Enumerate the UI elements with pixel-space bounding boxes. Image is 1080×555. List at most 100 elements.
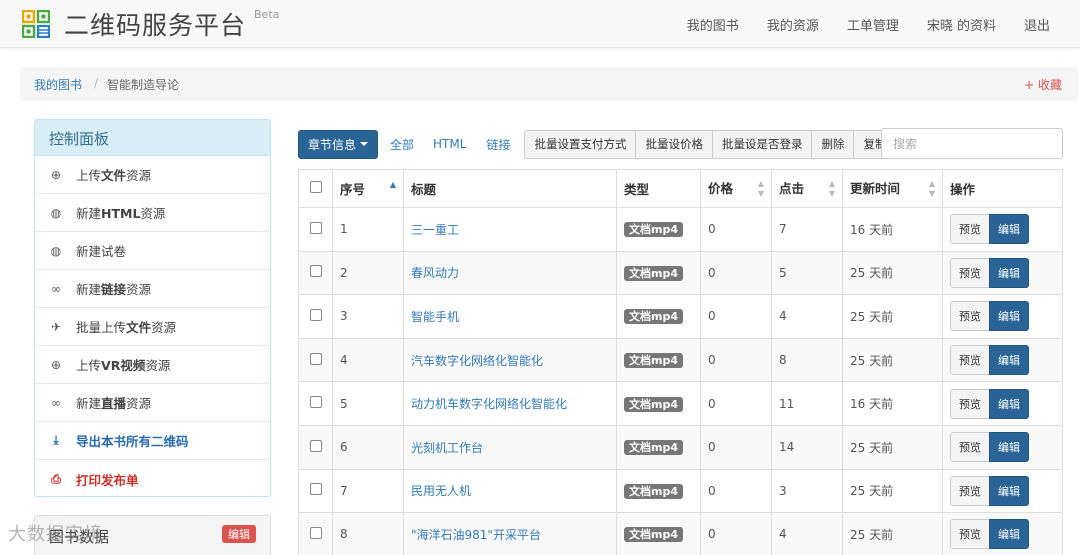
col-no[interactable]: 序号 ▲ [332, 169, 404, 208]
filter-all[interactable]: 全部 [390, 136, 414, 153]
nav-user-profile[interactable]: 宋晓 的资料 [927, 15, 996, 34]
row-updated: 16 天前 [842, 207, 943, 252]
row-checkbox[interactable] [309, 221, 322, 234]
row-checkbox[interactable] [309, 308, 322, 321]
edit-button[interactable]: 编辑 [989, 475, 1029, 506]
panel-item-label: 新建试卷 [76, 244, 127, 259]
preview-button[interactable]: 预览 [950, 519, 990, 550]
row-title-link[interactable]: 动力机车数字化网络化智能化 [411, 397, 567, 411]
filter-html[interactable]: HTML [433, 137, 466, 151]
row-actions: 预览 编辑 [942, 424, 1063, 470]
search-input[interactable] [881, 128, 1063, 159]
batch-set-price-button[interactable]: 批量设价格 [636, 130, 713, 158]
beta-badge: Beta [254, 8, 280, 21]
preview-button[interactable]: 预览 [950, 388, 990, 419]
table-row: 2 春风动力 文档mp4 0 5 25 天前 预览 编辑 [298, 250, 1063, 296]
edit-button[interactable]: 编辑 [989, 519, 1029, 550]
row-no: 6 [332, 424, 404, 470]
breadcrumb-home[interactable]: 我的图书 [34, 76, 82, 93]
panel-item[interactable]: ✈ 批量上传文件资源 [35, 308, 270, 346]
preview-button[interactable]: 预览 [950, 475, 990, 506]
row-clicks: 14 [771, 424, 843, 470]
row-checkbox[interactable] [309, 396, 322, 409]
plane-icon: ✈ [50, 319, 62, 334]
panel-item-label: 打印发布单 [76, 472, 139, 488]
col-type[interactable]: 类型 [616, 169, 701, 208]
row-type-cell: 文档mp4 [616, 381, 701, 426]
edit-button[interactable]: 编辑 [989, 388, 1029, 419]
type-badge: 文档mp4 [624, 309, 683, 325]
row-clicks: 5 [771, 250, 843, 296]
preview-button[interactable]: 预览 [950, 345, 990, 376]
row-checkbox[interactable] [309, 352, 322, 365]
nav-logout[interactable]: 退出 [1024, 15, 1050, 34]
edit-button[interactable]: 编辑 [989, 214, 1029, 245]
select-all-checkbox[interactable] [309, 181, 322, 193]
control-panel: 控制面板 ⊕ 上传文件资源 ◍ 新建HTML资源 ◍ 新建试卷 ∞ 新建链接资源 ✈ 批量上传文件… [34, 119, 271, 497]
panel-item[interactable]: ⤓ 导出本书所有二维码 [35, 422, 270, 460]
row-title-cell: 三一重工 [403, 207, 617, 252]
row-no: 1 [332, 207, 404, 252]
row-title-link[interactable]: "海洋石油981"开采平台 [411, 528, 541, 542]
row-checkbox[interactable] [309, 526, 322, 539]
panel-item[interactable]: ⊕ 上传VR视频资源 [35, 346, 270, 384]
brand-title[interactable]: 二维码服务平台 [64, 6, 246, 42]
panel-item-label: 上传VR视频资源 [76, 358, 171, 373]
batch-set-login-button[interactable]: 批量设是否登录 [712, 130, 813, 158]
row-updated: 25 天前 [842, 424, 943, 470]
col-updated[interactable]: 更新时间 ▲ ▼ [842, 169, 943, 208]
row-updated: 25 天前 [842, 468, 943, 514]
row-checkbox[interactable] [309, 439, 322, 452]
delete-button[interactable]: 删除 [812, 130, 855, 158]
row-title-cell: 光刻机工作台 [403, 424, 617, 470]
panel-item[interactable]: ⎙ 打印发布单 [35, 460, 270, 498]
filter-link[interactable]: 链接 [486, 136, 510, 153]
collect-link[interactable]: + 收藏 [1024, 76, 1062, 93]
resource-toolbar: 章节信息 全部 HTML 链接 批量设置支付方式 批量设价格 批量设是否登录 删… [298, 128, 897, 160]
row-title-link[interactable]: 民用无人机 [411, 484, 471, 498]
row-updated: 25 天前 [842, 250, 943, 296]
batch-actions: 批量设置支付方式 批量设价格 批量设是否登录 删除 复制 [524, 129, 897, 159]
row-actions: 预览 编辑 [942, 468, 1063, 514]
table-row: 5 动力机车数字化网络化智能化 文档mp4 0 11 16 天前 预览 编辑 [298, 381, 1063, 426]
col-title[interactable]: 标题 [403, 169, 617, 208]
panel-item[interactable]: ⊕ 上传文件资源 [35, 156, 270, 194]
nav-ticket-management[interactable]: 工单管理 [847, 15, 899, 34]
panel-item[interactable]: ∞ 新建直播资源 [35, 384, 270, 422]
edit-button[interactable]: 编辑 [989, 432, 1029, 463]
row-no: 3 [332, 294, 404, 339]
nav-my-resources[interactable]: 我的资源 [767, 15, 819, 34]
edit-button[interactable]: 编辑 [989, 301, 1029, 332]
row-clicks: 4 [771, 512, 843, 555]
row-title-link[interactable]: 三一重工 [411, 223, 459, 237]
row-title-link[interactable]: 光刻机工作台 [411, 441, 483, 455]
nav-my-books[interactable]: 我的图书 [687, 15, 739, 34]
row-updated: 25 天前 [842, 337, 943, 383]
row-checkbox[interactable] [309, 265, 322, 278]
row-actions: 预览 编辑 [942, 512, 1063, 555]
batch-set-payment-button[interactable]: 批量设置支付方式 [525, 130, 637, 158]
panel-item-label: 新建HTML资源 [76, 206, 166, 221]
book-data-edit-button[interactable]: 编辑 [222, 525, 256, 543]
type-badge: 文档mp4 [624, 396, 683, 412]
panel-item[interactable]: ∞ 新建链接资源 [35, 270, 270, 308]
edit-button[interactable]: 编辑 [989, 345, 1029, 376]
chapter-info-dropdown[interactable]: 章节信息 [298, 129, 379, 159]
row-checkbox[interactable] [309, 483, 322, 496]
panel-item[interactable]: ◍ 新建试卷 [35, 232, 270, 270]
panel-item[interactable]: ◍ 新建HTML资源 [35, 194, 270, 232]
row-title-link[interactable]: 汽车数字化网络化智能化 [411, 354, 543, 368]
row-title-link[interactable]: 智能手机 [411, 310, 459, 324]
type-badge: 文档mp4 [624, 353, 683, 369]
row-title-link[interactable]: 春风动力 [411, 266, 459, 280]
edit-button[interactable]: 编辑 [989, 257, 1029, 288]
col-clicks[interactable]: 点击 ▲ ▼ [771, 169, 843, 208]
globe-icon: ◍ [50, 205, 62, 220]
preview-button[interactable]: 预览 [950, 301, 990, 332]
table-row: 6 光刻机工作台 文档mp4 0 14 25 天前 预览 编辑 [298, 424, 1063, 470]
preview-button[interactable]: 预览 [950, 257, 990, 288]
preview-button[interactable]: 预览 [950, 214, 990, 245]
preview-button[interactable]: 预览 [950, 432, 990, 463]
col-price[interactable]: 价格 ▲ ▼ [700, 169, 772, 208]
qr-logo-icon[interactable] [22, 10, 50, 38]
